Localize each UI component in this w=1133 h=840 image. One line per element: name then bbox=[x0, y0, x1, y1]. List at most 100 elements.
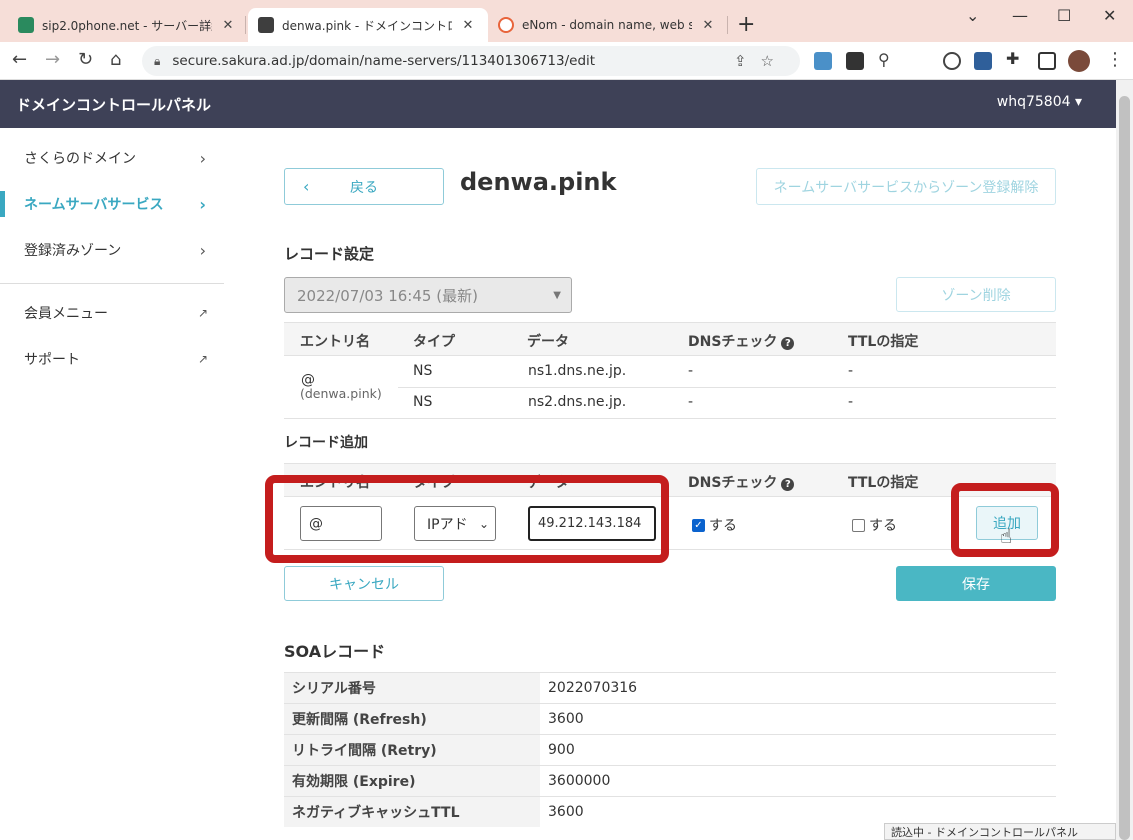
record-type: NS bbox=[413, 394, 433, 410]
page-scrollbar[interactable] bbox=[1116, 80, 1133, 840]
extension-icon[interactable] bbox=[814, 52, 832, 70]
record-data: ns2.dns.ne.jp. bbox=[528, 394, 627, 410]
tab-denwa-pink[interactable]: denwa.pink - ドメインコントロールパネ ✕ bbox=[248, 8, 488, 42]
forward-arrow-icon[interactable]: → bbox=[45, 50, 60, 70]
back-arrow-icon[interactable]: ← bbox=[12, 50, 27, 70]
page-title: denwa.pink bbox=[460, 168, 617, 196]
unregister-zone-button[interactable]: ネームサーバサービスからゾーン登録解除 bbox=[756, 168, 1056, 205]
col-dns-check: DNSチェック? bbox=[688, 331, 795, 351]
lock-icon: 🔒︎ bbox=[154, 53, 161, 68]
hand-cursor-icon: ☝ bbox=[1000, 524, 1013, 548]
dns-check-checkbox[interactable]: ✓ する bbox=[692, 515, 737, 535]
close-icon[interactable]: ✕ bbox=[700, 18, 716, 33]
sidebar-item-label: ネームサーバサービス bbox=[24, 197, 164, 213]
col-type: タイプ bbox=[413, 334, 455, 350]
external-link-icon: ↗ bbox=[197, 352, 208, 366]
save-button[interactable]: 保存 bbox=[896, 566, 1056, 601]
help-icon[interactable]: ? bbox=[781, 337, 795, 350]
soa-key: ネガティブキャッシュTTL bbox=[284, 797, 540, 827]
highlight-frame bbox=[265, 475, 669, 563]
star-icon[interactable]: ☆ bbox=[761, 52, 788, 70]
sidebar-divider bbox=[0, 283, 224, 284]
close-icon[interactable]: ✕ bbox=[460, 18, 476, 33]
record-data: ns1.dns.ne.jp. bbox=[528, 363, 627, 379]
map-pin-icon[interactable]: ⚲ bbox=[878, 50, 896, 69]
back-button[interactable]: ‹ 戻る bbox=[284, 168, 444, 205]
back-button-label: 戻る bbox=[350, 179, 378, 196]
tab-enom[interactable]: eNom - domain name, web site h ✕ bbox=[488, 8, 726, 42]
record-dns-check: - bbox=[688, 394, 694, 410]
sidebar-item-zones[interactable]: 登録済みゾーン › bbox=[0, 227, 224, 273]
status-bar: 読込中 - ドメインコントロールパネル bbox=[884, 823, 1116, 840]
table-row: 更新間隔 (Refresh) 3600 bbox=[284, 703, 1056, 734]
sidebar-item-member-menu[interactable]: 会員メニュー ↗ bbox=[0, 290, 224, 336]
tab-sip2[interactable]: sip2.0phone.net - サーバー詳細 - さ ✕ bbox=[8, 8, 246, 42]
scrollbar-thumb[interactable] bbox=[1119, 96, 1130, 840]
ttl-check-label: する bbox=[869, 518, 897, 534]
col-dns-check-label: DNSチェック bbox=[688, 334, 778, 350]
cancel-button[interactable]: キャンセル bbox=[284, 566, 444, 601]
soa-key: シリアル番号 bbox=[284, 673, 540, 703]
records-table-header: エントリ名 タイプ データ DNSチェック? TTLの指定 bbox=[284, 322, 1056, 356]
tab-separator bbox=[727, 16, 728, 34]
soa-value: 2022070316 bbox=[548, 680, 638, 696]
sidebar-item-sakura-domain[interactable]: さくらのドメイン › bbox=[0, 135, 224, 181]
help-icon[interactable]: ? bbox=[781, 478, 795, 491]
record-ttl: - bbox=[848, 394, 854, 410]
sidebar-item-label: 会員メニュー bbox=[24, 306, 108, 322]
window-close-icon[interactable]: ✕ bbox=[1103, 6, 1116, 25]
row-divider bbox=[284, 418, 1056, 419]
chevron-right-icon: › bbox=[199, 240, 206, 260]
avatar[interactable] bbox=[1068, 50, 1090, 72]
col-entry: エントリ名 bbox=[300, 334, 370, 350]
sidebar-item-nameserver[interactable]: ネームサーバサービス › bbox=[0, 181, 224, 227]
url-text: secure.sakura.ad.jp/domain/name-servers/… bbox=[172, 53, 596, 69]
version-select-value: 2022/07/03 16:45 (最新) bbox=[297, 286, 478, 305]
soa-key: 有効期限 (Expire) bbox=[284, 766, 540, 796]
close-icon[interactable]: ✕ bbox=[220, 18, 236, 33]
soa-key: リトライ間隔 (Retry) bbox=[284, 735, 540, 765]
zone-delete-button[interactable]: ゾーン削除 bbox=[896, 277, 1056, 312]
soa-value: 3600000 bbox=[548, 773, 611, 789]
checkbox-checked-icon[interactable]: ✓ bbox=[692, 518, 705, 532]
record-type: NS bbox=[413, 363, 433, 379]
tab-separator bbox=[245, 16, 246, 34]
home-icon[interactable]: ⌂ bbox=[110, 50, 121, 70]
new-tab-button[interactable]: + bbox=[737, 14, 755, 36]
address-bar[interactable]: 🔒︎ secure.sakura.ad.jp/domain/name-serve… bbox=[142, 46, 800, 76]
user-menu[interactable]: whq75804 ▾ bbox=[997, 94, 1082, 110]
checkbox-unchecked-icon[interactable] bbox=[852, 518, 865, 532]
extension-icon[interactable] bbox=[846, 52, 864, 70]
soa-value: 900 bbox=[548, 742, 575, 758]
extension-icon[interactable] bbox=[943, 52, 961, 70]
chevron-down-icon[interactable]: ⌄ bbox=[966, 6, 979, 25]
puzzle-icon[interactable]: ✚ bbox=[1006, 49, 1024, 68]
extension-icon[interactable] bbox=[974, 52, 992, 70]
minimize-icon[interactable]: — bbox=[1012, 6, 1028, 25]
browser-tab-strip: sip2.0phone.net - サーバー詳細 - さ ✕ denwa.pin… bbox=[0, 0, 1133, 42]
sidebar-item-label: 登録済みゾーン bbox=[24, 243, 122, 259]
site-title[interactable]: ドメインコントロールパネル bbox=[16, 94, 211, 115]
version-select[interactable]: 2022/07/03 16:45 (最新) ▼ bbox=[284, 277, 572, 313]
col-dns-check: DNSチェック? bbox=[688, 472, 795, 492]
col-data: データ bbox=[527, 334, 569, 350]
chevron-right-icon: › bbox=[199, 148, 206, 168]
record-ttl: - bbox=[848, 363, 854, 379]
maximize-icon[interactable]: ☐ bbox=[1057, 6, 1071, 25]
sidebar-item-label: サポート bbox=[24, 352, 80, 368]
table-row: リトライ間隔 (Retry) 900 bbox=[284, 734, 1056, 765]
chevron-left-icon: ‹ bbox=[303, 177, 310, 196]
record-settings-title: レコード設定 bbox=[284, 245, 375, 263]
share-icon[interactable]: ⇪ bbox=[734, 52, 761, 70]
kebab-menu-icon[interactable]: ⋮ bbox=[1106, 50, 1124, 70]
tab-title: eNom - domain name, web site h bbox=[522, 18, 692, 32]
sidepanel-icon[interactable] bbox=[1038, 52, 1056, 70]
external-link-icon: ↗ bbox=[197, 306, 208, 320]
soa-key: 更新間隔 (Refresh) bbox=[284, 704, 540, 734]
reload-icon[interactable]: ↻ bbox=[78, 50, 93, 70]
enom-favicon-icon bbox=[498, 17, 514, 33]
sidebar-item-support[interactable]: サポート ↗ bbox=[0, 336, 224, 382]
ttl-checkbox[interactable]: する bbox=[852, 515, 897, 535]
sakura-favicon-icon bbox=[258, 17, 274, 33]
tab-title: sip2.0phone.net - サーバー詳細 - さ bbox=[42, 18, 212, 33]
